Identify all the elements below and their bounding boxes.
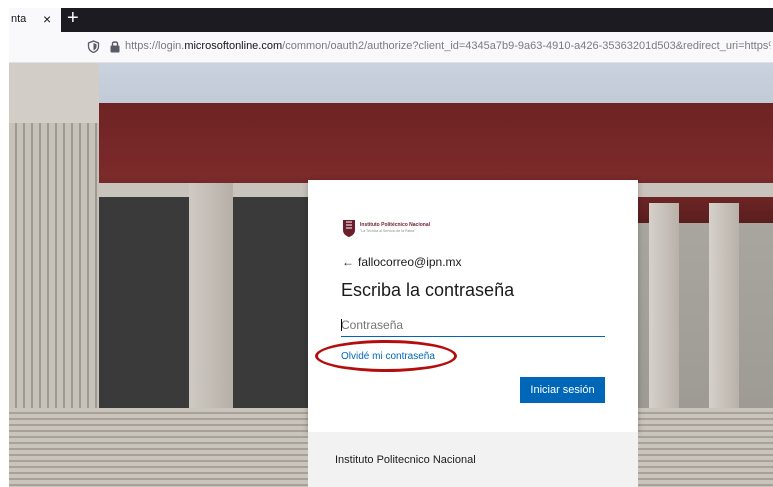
account-back-button[interactable]: ← fallocorreo@ipn.mx bbox=[342, 255, 462, 269]
login-card: Instituto Politécnico Nacional "La Técni… bbox=[308, 180, 638, 432]
sign-in-button[interactable]: Iniciar sesión bbox=[520, 377, 605, 403]
browser-tab[interactable]: nta × bbox=[9, 8, 61, 32]
lock-icon[interactable] bbox=[110, 40, 120, 53]
org-name: Instituto Politécnico Nacional bbox=[360, 222, 431, 228]
card-footer: Instituto Politecnico Nacional bbox=[308, 432, 638, 487]
email-identity: fallocorreo@ipn.mx bbox=[358, 255, 462, 269]
url-path: /common/oauth2/authorize?client_id=4345a… bbox=[282, 40, 771, 52]
annotation-circle bbox=[315, 340, 457, 372]
address-bar[interactable]: https://login.microsoftonline.com/common… bbox=[9, 32, 773, 63]
url-domain: microsoftonline.com bbox=[184, 40, 283, 52]
tab-strip: nta × + bbox=[9, 6, 773, 32]
back-arrow-icon: ← bbox=[342, 255, 354, 269]
shield-icon[interactable] bbox=[87, 40, 100, 53]
new-tab-icon[interactable]: + bbox=[67, 6, 79, 30]
tab-title: nta bbox=[11, 13, 27, 25]
ipn-logo-icon bbox=[343, 220, 355, 237]
footer-org-name: Instituto Politecnico Nacional bbox=[335, 454, 476, 466]
url-prefix: https://login. bbox=[125, 40, 185, 52]
text-cursor bbox=[341, 319, 342, 331]
url-text[interactable]: https://login.microsoftonline.com/common… bbox=[125, 40, 771, 52]
page-title: Escriba la contraseña bbox=[341, 280, 515, 300]
close-tab-icon[interactable]: × bbox=[43, 11, 51, 27]
password-input[interactable] bbox=[341, 314, 605, 337]
left-building-fins bbox=[9, 123, 99, 423]
org-tagline: "La Técnica al Servicio de la Patria" bbox=[360, 229, 416, 233]
